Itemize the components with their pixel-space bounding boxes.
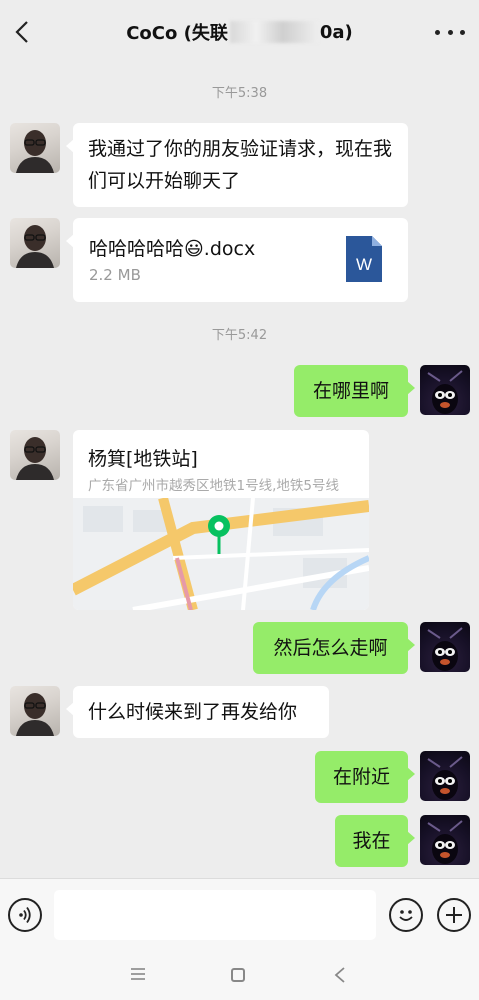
location-address: 广东省广州市越秀区地铁1号线,地铁5号线 bbox=[88, 478, 339, 494]
location-message-card[interactable]: 杨箕[地铁站] 广东省广州市越秀区地铁1号线,地铁5号线 bbox=[73, 430, 369, 610]
person-avatar-icon bbox=[16, 130, 54, 173]
contact-avatar[interactable] bbox=[10, 123, 60, 173]
contact-avatar[interactable] bbox=[10, 430, 60, 480]
dot-icon bbox=[447, 29, 453, 35]
voice-icon bbox=[19, 906, 31, 924]
message-text: 我在 bbox=[352, 830, 391, 852]
message-bubble-sent[interactable]: 然后怎么走啊 bbox=[253, 622, 415, 674]
cartoon-avatar-icon bbox=[427, 627, 463, 671]
file-name: 哈哈哈哈哈😃.docx bbox=[89, 238, 256, 260]
message-text-input[interactable] bbox=[54, 890, 376, 940]
home-icon[interactable] bbox=[231, 968, 245, 982]
person-avatar-icon bbox=[16, 693, 54, 736]
message-text: 我通过了你的朋友验证请求，现在我们可以开始聊天了 bbox=[88, 138, 393, 192]
back-button[interactable] bbox=[10, 18, 34, 46]
message-text: 在哪里啊 bbox=[312, 380, 389, 402]
dot-icon bbox=[435, 29, 440, 35]
message-bubble-received[interactable]: 我通过了你的朋友验证请求，现在我们可以开始聊天了 bbox=[66, 123, 408, 207]
contact-avatar[interactable] bbox=[10, 686, 60, 736]
map-preview bbox=[73, 498, 369, 610]
contact-avatar[interactable] bbox=[10, 218, 60, 268]
message-text: 什么时候来到了再发给你 bbox=[88, 701, 298, 723]
plus-icon bbox=[446, 907, 462, 923]
message-input-bar bbox=[0, 878, 479, 950]
chat-title: CoCo (失联 0a) bbox=[126, 19, 353, 45]
smiley-icon bbox=[399, 910, 413, 921]
timestamp: 下午5:42 bbox=[211, 328, 268, 343]
message-bubble-sent[interactable]: 我在 bbox=[335, 815, 415, 867]
system-navigation-bar bbox=[0, 950, 479, 1000]
person-avatar-icon bbox=[16, 437, 54, 480]
more-functions-button[interactable] bbox=[437, 898, 471, 932]
message-bubble-sent[interactable]: 在哪里啊 bbox=[294, 365, 415, 417]
file-message-card[interactable]: 哈哈哈哈哈😃.docx 2.2 MB W bbox=[66, 218, 408, 302]
message-text: 然后怎么走啊 bbox=[273, 637, 388, 659]
my-avatar[interactable] bbox=[420, 622, 470, 672]
timestamp: 下午5:38 bbox=[211, 86, 268, 101]
my-avatar[interactable] bbox=[420, 365, 470, 415]
my-avatar[interactable] bbox=[420, 751, 470, 801]
emoji-button[interactable] bbox=[389, 898, 423, 932]
my-avatar[interactable] bbox=[420, 815, 470, 865]
cartoon-avatar-icon bbox=[427, 820, 463, 864]
chat-title-suffix: 0a) bbox=[319, 21, 353, 43]
message-text: 在附近 bbox=[332, 766, 390, 788]
blurred-id-mask bbox=[229, 21, 318, 43]
chat-title-prefix: CoCo (失联 bbox=[126, 23, 228, 44]
message-bubble-sent[interactable]: 在附近 bbox=[315, 751, 415, 803]
voice-input-button[interactable] bbox=[8, 898, 42, 932]
cartoon-avatar-icon bbox=[427, 370, 463, 414]
chat-header: CoCo (失联 0a) bbox=[0, 0, 479, 64]
chevron-left-icon bbox=[15, 21, 28, 43]
file-size: 2.2 MB bbox=[89, 266, 141, 284]
back-triangle-icon[interactable] bbox=[334, 966, 346, 984]
more-options-button[interactable] bbox=[435, 22, 465, 42]
cartoon-avatar-icon bbox=[427, 756, 463, 800]
dot-icon bbox=[460, 29, 465, 35]
word-icon-letter: W bbox=[356, 255, 372, 274]
person-avatar-icon bbox=[16, 225, 54, 268]
message-bubble-received[interactable]: 什么时候来到了再发给你 bbox=[66, 686, 329, 738]
word-document-icon: W bbox=[346, 236, 382, 282]
location-name: 杨箕[地铁站] bbox=[88, 448, 198, 470]
menu-icon[interactable] bbox=[130, 967, 146, 981]
